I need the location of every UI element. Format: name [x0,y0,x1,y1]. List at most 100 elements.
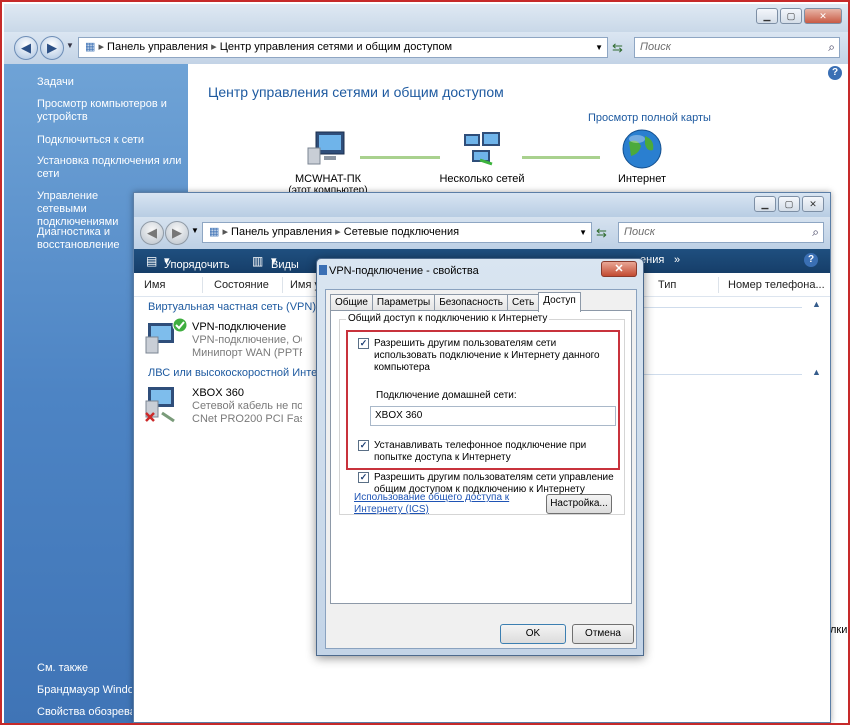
group-header-lan[interactable]: ЛВС или высокоскоростной Интер [148,367,318,379]
search-input[interactable]: Поиск ⌕ [634,37,840,58]
search-input[interactable]: Поиск ⌕ [618,222,824,243]
network-node-multiple: Несколько сетей [432,130,532,185]
column-type[interactable]: Тип [658,279,676,291]
close-button[interactable]: ✕ [804,8,842,24]
globe-icon [622,129,662,169]
computer-name: MCWHAT-ПК [294,173,362,185]
search-icon[interactable]: ⌕ [812,223,819,242]
lan-connection-icon[interactable] [144,385,188,425]
minimize-button[interactable]: ▁ [754,196,776,212]
lan-connection-name[interactable]: XBOX 360 [192,387,244,399]
back-button[interactable]: ◀ [14,36,38,60]
map-connector [522,156,600,159]
column-name[interactable]: Имя [144,279,165,291]
map-connector [360,156,440,159]
sidebar-item-firewall[interactable]: Брандмауэр Windo [37,684,132,697]
forward-button[interactable]: ▶ [40,36,64,60]
multiple-networks-icon [464,132,500,166]
cut-off-text: лки [830,624,848,636]
organize-button[interactable]: Упорядочить ▾ [164,254,229,271]
breadcrumb-segment[interactable]: Сетевые подключения [344,226,459,238]
allow-sharing-row: ✓ Разрешить другим пользователям сети ис… [358,338,618,374]
dial-on-demand-checkbox[interactable]: ✓ [358,440,369,451]
settings-button[interactable]: Настройка... [546,494,612,514]
breadcrumb-segment[interactable]: Панель управления [107,41,208,53]
vpn-connection-name[interactable]: VPN-подключение [192,321,286,333]
back-button[interactable]: ◀ [140,221,164,245]
network-node-computer: MCWHAT-ПК (этот компьютер) [278,130,378,196]
breadcrumb-segment[interactable]: Панель управления [231,226,332,238]
vpn-properties-dialog: VPN-подключение - свойства ✕ Общие Парам… [316,258,644,656]
lan-connection-device: CNet PRO200 PCI Fast Ethe [192,413,302,425]
organize-icon: ▤ [146,254,158,268]
page-title: Центр управления сетями и общим доступом [208,84,504,100]
sidebar-heading-see-also: См. также [37,662,88,674]
help-icon[interactable]: ? [804,253,818,267]
collapse-icon[interactable]: ▲ [812,299,821,309]
sidebar-item-manage-connections[interactable]: Управление сетевыми подключениями [37,190,132,229]
tab-security[interactable]: Безопасность [434,294,508,311]
dialog-close-button[interactable]: ✕ [601,261,637,277]
home-network-field[interactable]: XBOX 360 [370,406,616,426]
refresh-icon[interactable]: ⇆ [612,40,623,56]
tab-options[interactable]: Параметры [371,294,436,311]
home-network-label: Подключение домашней сети: [376,390,517,401]
network-folder-icon: ▦ [209,226,220,238]
address-toolbar: ◀ ▶ ▼ ▦ ▸ Панель управления ▸ Сетевые по… [134,217,830,249]
column-status[interactable]: Состояние [214,279,269,291]
sidebar-item-diagnostics[interactable]: Диагностика и восстановление [37,226,132,252]
collapse-icon[interactable]: ▲ [812,367,821,377]
ics-group-label: Общий доступ к подключению к Интернету [346,313,550,324]
title-bar: ▁ ▢ ✕ [134,193,830,217]
tab-strip: Общие Параметры Безопасность Сеть Доступ [330,292,581,312]
column-phone[interactable]: Номер телефона... [728,279,825,291]
tab-general[interactable]: Общие [330,294,373,311]
forward-button[interactable]: ▶ [165,221,189,245]
dialog-body: Общие Параметры Безопасность Сеть Доступ… [325,289,637,649]
ics-group: Общий доступ к подключению к Интернету ✓… [339,313,625,516]
vpn-connection-status: VPN-подключение, Общ [192,334,302,346]
tab-sharing[interactable]: Доступ [538,292,581,312]
views-icon: ▥ [252,254,264,268]
allow-control-checkbox[interactable]: ✓ [358,472,369,483]
search-icon[interactable]: ⌕ [828,38,835,57]
close-button[interactable]: ✕ [802,196,824,212]
cancel-button[interactable]: Отмена [572,624,634,644]
views-button[interactable]: Виды ▾ [271,254,299,271]
tab-network[interactable]: Сеть [507,294,540,311]
ok-button[interactable]: OK [500,624,566,644]
maximize-button[interactable]: ▢ [780,8,802,24]
sidebar-item-view-computers[interactable]: Просмотр компьютеров и устройств [37,98,177,124]
ics-help-link[interactable]: Использование общего доступа к Интернету… [354,492,524,516]
sharing-tab-panel: Общий доступ к подключению к Интернету ✓… [330,310,632,604]
dialog-icon [319,265,327,275]
internet-label: Интернет [618,173,666,185]
vpn-connection-icon[interactable] [144,317,188,357]
address-dropdown-icon[interactable]: ▼ [595,38,603,57]
highlight-box: ✓ Разрешить другим пользователям сети ис… [346,330,620,495]
sidebar-item-setup-connection[interactable]: Установка подключения или сети [37,155,182,181]
dial-on-demand-label[interactable]: Устанавливать телефонное подключение при… [374,440,618,464]
sidebar-item-browser-props[interactable]: Свойства обозрева [37,706,132,719]
address-field[interactable]: ▦ ▸ Панель управления ▸ Центр управления… [78,37,608,58]
allow-sharing-checkbox[interactable]: ✓ [358,338,369,349]
toolbar-more-button[interactable]: » [674,254,680,266]
sidebar-item-connect[interactable]: Подключиться к сети [37,134,177,147]
breadcrumb-segment[interactable]: Центр управления сетями и общим доступом [220,41,452,53]
sidebar-heading-tasks: Задачи [37,76,74,88]
address-field[interactable]: ▦ ▸ Панель управления ▸ Сетевые подключе… [202,222,592,243]
network-node-internet: Интернет [592,128,692,185]
vpn-connection-device: Минипорт WAN (PPTP) [192,347,302,359]
computer-icon [307,131,345,165]
maximize-button[interactable]: ▢ [778,196,800,212]
view-full-map-link[interactable]: Просмотр полной карты [588,112,711,124]
help-icon[interactable]: ? [828,66,842,80]
address-dropdown-icon[interactable]: ▼ [579,223,587,242]
refresh-icon[interactable]: ⇆ [596,225,607,241]
group-header-vpn[interactable]: Виртуальная частная сеть (VPN) (1 [148,301,329,313]
recent-pages-dropdown-icon[interactable]: ▼ [66,41,74,50]
minimize-button[interactable]: ▁ [756,8,778,24]
recent-pages-dropdown-icon[interactable]: ▼ [191,226,199,235]
allow-sharing-label[interactable]: Разрешить другим пользователям сети испо… [374,338,618,374]
control-panel-icon: ▦ [85,41,96,53]
